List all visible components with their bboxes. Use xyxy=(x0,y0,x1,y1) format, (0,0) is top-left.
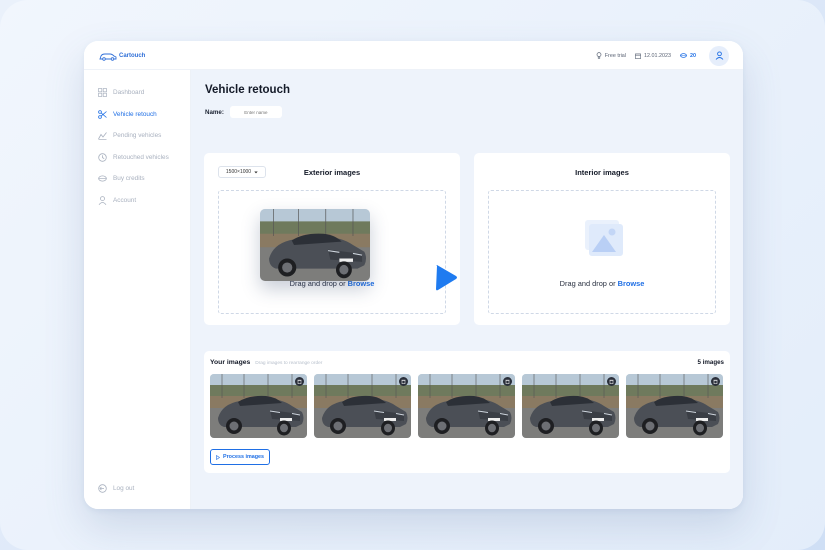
rearrange-hint: Drag images to rearrange order xyxy=(255,361,323,366)
trash-icon xyxy=(609,379,614,384)
trash-icon xyxy=(401,379,406,384)
logout-icon xyxy=(98,484,107,493)
sidebar-item-label: Buy credits xyxy=(113,175,145,183)
lightbulb-icon xyxy=(596,52,602,59)
sidebar-item-label: Pending vehicles xyxy=(113,132,162,140)
sidebar-item-label: Retouched vehicles xyxy=(113,153,169,161)
car-photo xyxy=(522,374,619,438)
free-trial-badge[interactable]: Free trial xyxy=(596,52,626,59)
name-label: Name: xyxy=(205,108,224,116)
sidebar-item-account[interactable]: Account xyxy=(98,190,169,212)
image-thumbnail[interactable] xyxy=(314,374,411,438)
sidebar-item-retouched-vehicles[interactable]: Retouched vehicles xyxy=(98,147,169,169)
credits-counter[interactable]: 20 xyxy=(680,53,696,59)
sidebar-item-pending-vehicles[interactable]: Pending vehicles xyxy=(98,125,169,147)
trash-icon xyxy=(713,379,718,384)
sidebar-item-buy-credits[interactable]: Buy credits xyxy=(98,168,169,190)
your-images-header: Your images Drag images to rearrange ord… xyxy=(210,359,322,366)
process-images-button[interactable]: Process images xyxy=(210,449,270,465)
interior-images-panel: Interior images Drag and drop or Browse xyxy=(474,153,730,325)
drop-text: Drag and drop or xyxy=(559,279,616,288)
top-right-status: Free trial 12.01.2023 20 xyxy=(596,45,729,66)
date-display: 12.01.2023 xyxy=(635,53,671,59)
your-images-title: Your images xyxy=(210,359,251,366)
interior-images-title: Interior images xyxy=(575,168,629,177)
sidebar-item-dashboard[interactable]: Dashboard xyxy=(98,82,169,104)
logout-button[interactable]: Log out xyxy=(98,484,134,493)
coins-icon xyxy=(680,53,687,58)
dragged-image-preview[interactable] xyxy=(260,209,370,281)
top-bar: Cartouch Free trial 12.01.2023 20 xyxy=(84,41,743,70)
car-photo xyxy=(626,374,723,438)
sidebar-item-label: Dashboard xyxy=(113,89,145,97)
sidebar-item-label: Account xyxy=(113,196,137,204)
image-thumbnail[interactable] xyxy=(418,374,515,438)
sidebar-item-label: Vehicle retouch xyxy=(113,110,157,118)
image-count: 5 images xyxy=(697,359,724,366)
process-images-label: Process images xyxy=(222,454,265,460)
your-images-panel: Your images Drag images to rearrange ord… xyxy=(204,351,730,473)
main-content: Vehicle retouch Name: 1500×1000 Exterior… xyxy=(191,70,743,509)
date-text: 12.01.2023 xyxy=(644,52,671,59)
scissors-icon xyxy=(98,109,107,119)
image-thumbnails xyxy=(210,374,723,438)
image-placeholder-icon xyxy=(585,220,623,256)
sidebar-nav: Dashboard Vehicle retouch Pending vehicl… xyxy=(98,82,169,211)
name-input[interactable] xyxy=(229,106,282,118)
logo-text: Cartouch xyxy=(119,52,146,59)
calendar-icon xyxy=(635,53,641,59)
sidebar: Dashboard Vehicle retouch Pending vehicl… xyxy=(84,70,191,509)
exterior-images-title: Exterior images xyxy=(303,168,361,177)
name-row: Name: xyxy=(205,106,282,118)
free-trial-label: Free trial xyxy=(604,52,627,59)
delete-image-button[interactable] xyxy=(503,377,512,386)
grid-icon xyxy=(98,88,107,98)
logo[interactable]: Cartouch xyxy=(99,49,145,62)
user-icon xyxy=(98,195,107,205)
credits-count: 20 xyxy=(690,52,696,59)
interior-drop-text: Drag and drop or Browse xyxy=(489,279,715,288)
user-icon xyxy=(715,51,723,60)
car-photo xyxy=(314,374,411,438)
image-thumbnail[interactable] xyxy=(626,374,723,438)
car-photo xyxy=(418,374,515,438)
sidebar-item-vehicle-retouch[interactable]: Vehicle retouch xyxy=(98,104,169,126)
cursor-pointer-icon xyxy=(436,265,457,291)
image-thumbnail[interactable] xyxy=(522,374,619,438)
car-logo-icon xyxy=(99,53,117,61)
car-photo xyxy=(260,209,370,281)
delete-image-button[interactable] xyxy=(607,377,616,386)
delete-image-button[interactable] xyxy=(295,377,304,386)
play-icon xyxy=(216,454,220,460)
trash-icon xyxy=(505,379,510,384)
logout-label: Log out xyxy=(113,485,135,492)
delete-image-button[interactable] xyxy=(711,377,720,386)
app-window: Cartouch Free trial 12.01.2023 20 Dashbo… xyxy=(84,41,743,509)
history-icon xyxy=(98,153,107,162)
coins-icon xyxy=(98,175,107,182)
chart-icon xyxy=(98,132,107,141)
browse-link[interactable]: Browse xyxy=(618,279,645,288)
delete-image-button[interactable] xyxy=(399,377,408,386)
interior-dropzone[interactable]: Drag and drop or Browse xyxy=(488,190,716,314)
avatar[interactable] xyxy=(709,45,729,66)
image-thumbnail[interactable] xyxy=(210,374,307,438)
page-title: Vehicle retouch xyxy=(205,84,291,96)
trash-icon xyxy=(297,379,302,384)
car-photo xyxy=(210,374,307,438)
